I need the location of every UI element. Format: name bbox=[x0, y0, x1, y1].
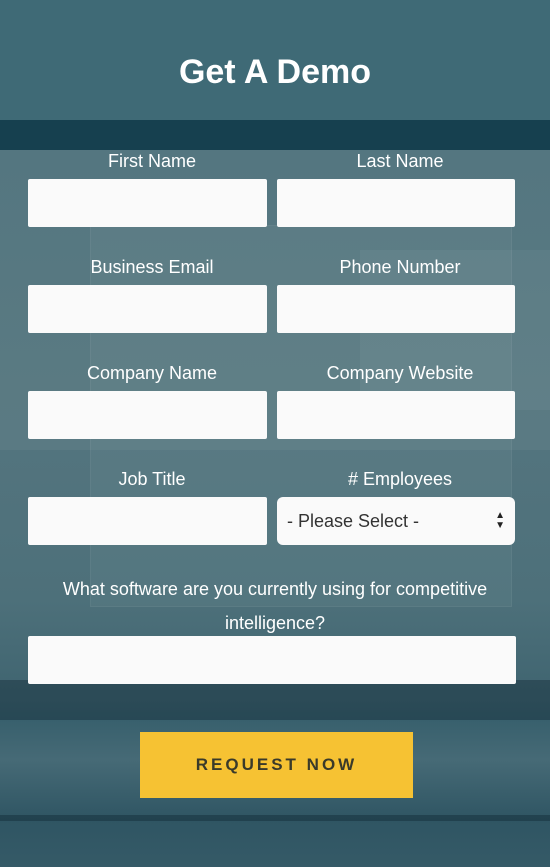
company-website-label: Company Website bbox=[326, 363, 474, 383]
company-website-field[interactable] bbox=[277, 391, 515, 439]
last-name-label: Last Name bbox=[356, 151, 444, 171]
last-name-field[interactable] bbox=[277, 179, 515, 227]
software-field[interactable] bbox=[28, 636, 516, 684]
employees-select-value: - Please Select - bbox=[287, 510, 420, 531]
first-name-label: First Name bbox=[107, 151, 196, 171]
company-name-label: Company Name bbox=[86, 363, 218, 383]
phone-number-label: Phone Number bbox=[339, 257, 461, 277]
form-title: Get A Demo bbox=[178, 53, 372, 91]
first-name-field[interactable] bbox=[28, 179, 267, 227]
job-title-field[interactable] bbox=[28, 497, 267, 545]
company-name-field[interactable] bbox=[28, 391, 267, 439]
request-now-button[interactable]: REQUEST NOW bbox=[140, 732, 413, 798]
employees-label: # Employees bbox=[347, 469, 453, 489]
software-question-label: What software are you currently using fo… bbox=[62, 579, 488, 633]
phone-number-field[interactable] bbox=[277, 285, 515, 333]
business-email-label: Business Email bbox=[90, 257, 214, 277]
business-email-field[interactable] bbox=[28, 285, 267, 333]
job-title-label: Job Title bbox=[118, 469, 186, 489]
employees-select[interactable]: - Please Select - ▲ ▼ bbox=[277, 497, 515, 545]
demo-form: Get A Demo First Name Last Name Business… bbox=[0, 0, 550, 867]
select-arrows-icon: ▲ ▼ bbox=[495, 510, 505, 531]
